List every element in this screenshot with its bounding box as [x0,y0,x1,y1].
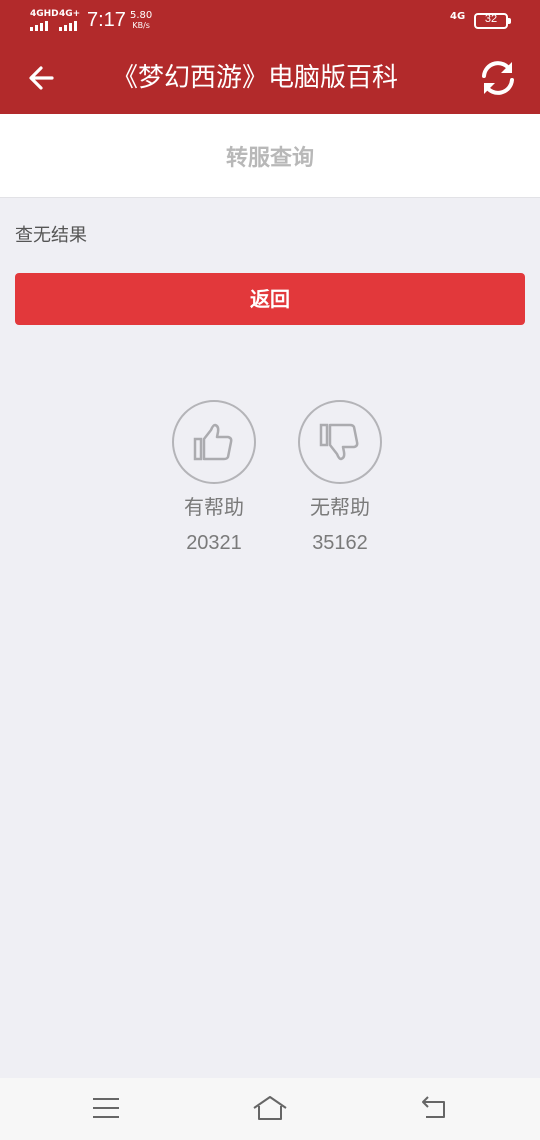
menu-button[interactable] [86,1092,126,1124]
system-back-button[interactable] [414,1092,454,1124]
helpful-count: 20321 [186,532,242,554]
battery-icon: 32 [474,13,511,29]
status-time: 7:17 [87,9,126,31]
bottom-navigation-bar [0,1078,540,1140]
back-button[interactable] [20,60,64,96]
menu-icon [93,1098,119,1118]
speed-unit: KB/s [132,21,150,30]
signal-label-2: 4G+ [59,9,81,19]
thumbs-down-icon [319,423,359,461]
section-title: 转服查询 [225,146,314,171]
page-title: 《梦幻西游》电脑版百科 [112,63,399,93]
app-header: 4GHD 4G+ 7:17 5.80 KB/s 4G 32 《梦幻西游》电脑版百… [0,0,540,114]
unhelpful-count: 35162 [312,532,368,554]
return-button[interactable]: 返回 [15,273,525,325]
battery-level: 32 [484,13,498,25]
status-bar: 4GHD 4G+ 7:17 5.80 KB/s 4G 32 [0,0,540,40]
refresh-icon [482,61,514,95]
signal-label-1: 4GHD [30,9,59,19]
network-type: 4G [450,11,466,22]
helpful-label: 有帮助 [184,495,244,519]
signal-indicator-2: 4G+ [59,10,80,31]
signal-indicator-1: 4GHD [30,10,59,31]
home-icon [253,1096,287,1120]
section-header: 转服查询 [0,114,540,198]
signal-bars-icon [59,21,80,31]
home-button[interactable] [250,1092,290,1124]
thumbs-up-icon [193,423,233,461]
helpful-circle[interactable] [172,400,256,484]
back-icon [422,1096,445,1118]
speed-value: 5.80 [130,10,153,21]
no-result-message: 查无结果 [15,225,87,246]
helpful-feedback[interactable]: 有帮助 20321 [171,400,257,556]
unhelpful-feedback[interactable]: 无帮助 35162 [297,400,383,556]
signal-bars-icon [30,21,59,31]
unhelpful-circle[interactable] [298,400,382,484]
arrow-left-icon [29,66,54,90]
unhelpful-label: 无帮助 [310,495,370,519]
network-speed: 5.80 KB/s [130,11,152,31]
refresh-button[interactable] [476,56,520,100]
title-bar: 《梦幻西游》电脑版百科 [0,40,540,114]
